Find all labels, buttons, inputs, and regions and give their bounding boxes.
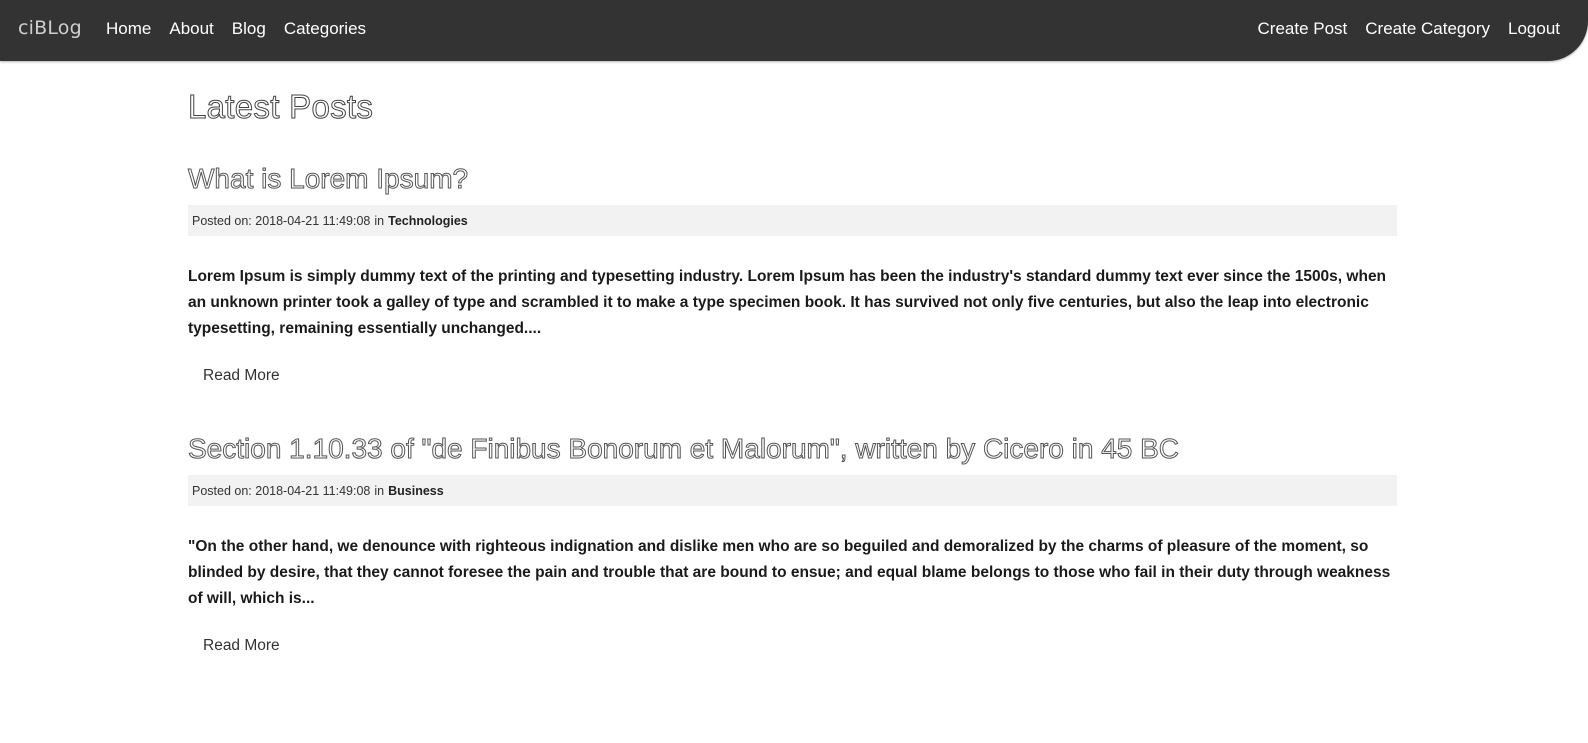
post-item: What is Lorem Ipsum? Posted on: 2018-04-… <box>188 163 1397 385</box>
post-meta: Posted on: 2018-04-21 11:49:08 in Busine… <box>188 475 1397 506</box>
nav-create-post-link[interactable]: Create Post <box>1258 19 1348 39</box>
post-category: Technologies <box>388 213 468 228</box>
brand-logo-link[interactable]: ciBLog <box>18 17 82 39</box>
nav-categories-link[interactable]: Categories <box>284 19 366 39</box>
nav-create-category-link[interactable]: Create Category <box>1365 19 1490 39</box>
post-title: What is Lorem Ipsum? <box>188 163 469 195</box>
nav-blog-link[interactable]: Blog <box>232 19 266 39</box>
post-date: Posted on: 2018-04-21 11:49:08 <box>192 483 371 498</box>
nav-home-link[interactable]: Home <box>106 19 151 39</box>
post-excerpt: "On the other hand, we denounce with rig… <box>188 538 1391 607</box>
main-content: Latest Posts What is Lorem Ipsum? Posted… <box>188 62 1397 655</box>
nav-logout-link[interactable]: Logout <box>1508 19 1560 39</box>
nav-left-group: Home About Blog Categories <box>106 19 366 39</box>
read-more-link[interactable]: Read More <box>203 367 280 385</box>
post-meta: Posted on: 2018-04-21 11:49:08 in Techno… <box>188 205 1397 236</box>
post-excerpt: Lorem Ipsum is simply dummy text of the … <box>188 268 1387 337</box>
post-item: Section 1.10.33 of "de Finibus Bonorum e… <box>188 433 1397 655</box>
page-title: Latest Posts <box>188 88 374 125</box>
nav-right-group: Create Post Create Category Logout <box>1258 19 1561 39</box>
post-title: Section 1.10.33 of "de Finibus Bonorum e… <box>188 433 1180 465</box>
read-more-link[interactable]: Read More <box>203 637 280 655</box>
top-navbar: ciBLog Home About Blog Categories Create… <box>0 0 1588 61</box>
post-in-label: in <box>374 483 385 498</box>
post-date: Posted on: 2018-04-21 11:49:08 <box>192 213 371 228</box>
post-category: Business <box>388 483 444 498</box>
post-in-label: in <box>374 213 385 228</box>
nav-about-link[interactable]: About <box>169 19 213 39</box>
